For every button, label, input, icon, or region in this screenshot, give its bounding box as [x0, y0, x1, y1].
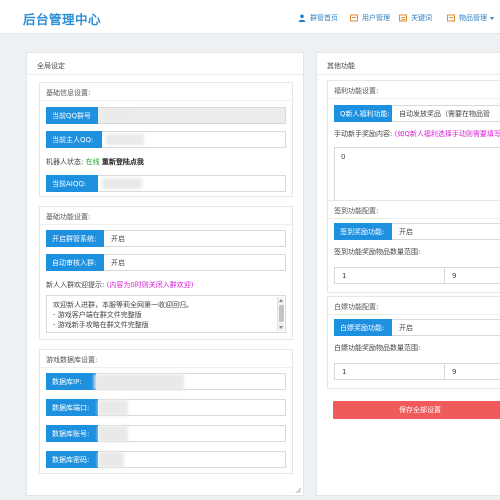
current-ai-row: 当前AIQQ: [46, 175, 286, 192]
users-icon [350, 14, 358, 22]
nav-label: 物品管理 [459, 14, 487, 22]
freebie-reward-row: 白嫖奖励功能: 开启 [334, 319, 500, 336]
manual-reward-hint: (如Q新人福利选择手动则需要填写 [394, 130, 500, 138]
robot-status-value: 在线 [85, 158, 100, 166]
nav-label: 用户管理 [362, 14, 390, 22]
panel-title: 其他功能 [327, 62, 355, 70]
box-icon [447, 14, 455, 22]
user-icon [298, 14, 306, 22]
group-mgmt-label: 开启群管系统: [46, 230, 104, 247]
nav-keywords[interactable]: 关键词 [399, 13, 432, 23]
section-title: 福利功能设置: [334, 87, 379, 95]
group-mgmt-select[interactable]: 开启 [104, 230, 286, 247]
db-password-row: 数据库密码: [46, 451, 286, 468]
welcome-label-line: 新人入群欢迎提示: (内容为0时则关闭入群欢迎) [46, 280, 194, 290]
signin-reward-row: 签到奖励功能: 开启 [334, 223, 500, 240]
nav-label: 关键词 [411, 14, 432, 22]
nav-group-home[interactable]: 群管首页 [298, 13, 338, 23]
db-ip-row: 数据库IP: [46, 373, 286, 390]
welcome-message-textarea[interactable]: 欢迎新人进群，本服等莉全网第一收迎回归。 - 游戏客户端在群文件完整版 - 游戏… [46, 295, 286, 333]
relogin-link[interactable]: 重新登陆点我 [102, 158, 144, 166]
panel-title: 全局设定 [37, 62, 65, 70]
db-port-label: 数据库端口: [46, 399, 98, 416]
basic-function-section: 基础功能设置: 开启群管系统: 开启 自动审核入群: 开启 新人入群欢迎提示: … [39, 206, 293, 340]
scroll-up-icon[interactable] [279, 299, 283, 302]
freebie-min-field[interactable]: 1 [334, 363, 445, 380]
resize-handle-icon[interactable] [295, 487, 301, 493]
current-ai-label: 当前AIQQ: [46, 175, 98, 192]
section-title: 基础功能设置: [46, 213, 91, 221]
section-title: 基础信息设置: [46, 89, 91, 97]
signin-min-field[interactable]: 1 [334, 267, 445, 284]
textarea-scrollbar[interactable] [277, 297, 284, 331]
scrollbar-thumb[interactable] [279, 305, 284, 322]
other-functions-panel: 其他功能 福利功能设置: Q新人福利功能: 自动发放奖品（需要在物品管 手动新手… [316, 52, 500, 496]
db-password-label: 数据库密码: [46, 451, 98, 468]
auto-review-select[interactable]: 开启 [104, 254, 286, 271]
manual-reward-textarea[interactable]: 0 [334, 147, 500, 207]
nav-label: 群管首页 [310, 14, 338, 22]
db-port-row: 数据库端口: [46, 399, 286, 416]
signin-section: 签到功能配置: 签到奖励功能: 开启 签到功能奖励物品数量范围: 1 9 [327, 200, 500, 293]
current-group-row: 当前QQ群号 [46, 107, 286, 124]
nav-item-management[interactable]: 物品管理 [447, 13, 494, 23]
scroll-down-icon[interactable] [279, 326, 283, 329]
freebie-reward-select[interactable]: 开启 [392, 319, 500, 336]
db-account-row: 数据库账号: [46, 425, 286, 442]
signin-range-label: 签到功能奖励物品数量范围: [334, 248, 421, 256]
auto-review-row: 自动审核入群: 开启 [46, 254, 286, 271]
list-icon [399, 14, 407, 22]
manual-reward-label-line: 手动新手奖励内容: (如Q新人福利选择手动则需要填写 [334, 129, 500, 139]
newbie-welfare-select[interactable]: 自动发放奖品（需要在物品管 [392, 105, 500, 122]
section-title: 白嫖功能配置: [334, 303, 379, 311]
freebie-reward-label: 白嫖奖励功能: [334, 319, 392, 336]
top-navigation-bar: 后台管理中心 群管首页 用户管理 关键词 物品管理 [0, 0, 500, 34]
db-ip-label: 数据库IP: [46, 373, 96, 390]
current-group-label: 当前QQ群号 [46, 107, 98, 124]
freebie-section: 白嫖功能配置: 白嫖奖励功能: 开启 白嫖功能奖励物品数量范围: 1 9 [327, 296, 500, 389]
signin-reward-label: 签到奖励功能: [334, 223, 392, 240]
section-title: 签到功能配置: [334, 207, 379, 215]
database-section: 游戏数据库设置: 数据库IP: 数据库端口: 数据库账号: 数据库密码: [39, 349, 293, 474]
auto-review-label: 自动审核入群: [46, 254, 104, 271]
signin-reward-select[interactable]: 开启 [392, 223, 500, 240]
chevron-down-icon [490, 16, 494, 20]
basic-info-section: 基础信息设置: 当前QQ群号 当前主人QQ: 机器人状态: 在线 重新登陆点我 … [39, 82, 293, 197]
newbie-welfare-row: Q新人福利功能: 自动发放奖品（需要在物品管 [334, 105, 500, 122]
nav-user-management[interactable]: 用户管理 [350, 13, 390, 23]
freebie-max-field[interactable]: 9 [445, 363, 500, 380]
section-title: 游戏数据库设置: [46, 356, 98, 364]
signin-range-row: 1 9 [334, 267, 500, 284]
app-title: 后台管理中心 [23, 12, 102, 27]
db-account-label: 数据库账号: [46, 425, 98, 442]
welcome-hint: (内容为0时则关闭入群欢迎) [106, 281, 194, 289]
signin-max-field[interactable]: 9 [445, 267, 500, 284]
global-settings-panel: 全局设定 基础信息设置: 当前QQ群号 当前主人QQ: 机器人状态: 在线 重新… [26, 52, 304, 496]
group-mgmt-row: 开启群管系统: 开启 [46, 230, 286, 247]
freebie-range-label: 白嫖功能奖励物品数量范围: [334, 344, 421, 352]
current-owner-row: 当前主人QQ: [46, 131, 286, 148]
manual-reward-label: 手动新手奖励内容: [334, 130, 393, 138]
current-owner-label: 当前主人QQ: [46, 131, 102, 148]
newbie-welfare-label: Q新人福利功能: [334, 105, 392, 122]
welcome-label: 新人入群欢迎提示: [46, 281, 105, 289]
freebie-range-row: 1 9 [334, 363, 500, 380]
db-password-field[interactable] [98, 451, 286, 468]
save-all-button[interactable]: 保存全部设置 [333, 401, 500, 419]
robot-status: 机器人状态: 在线 重新登陆点我 [46, 158, 144, 166]
